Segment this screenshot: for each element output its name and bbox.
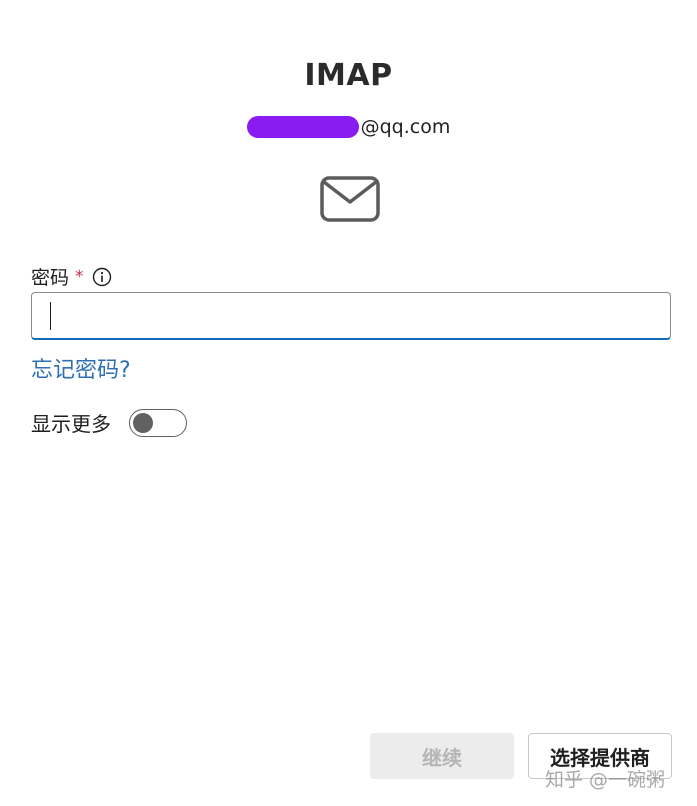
- forgot-password-link[interactable]: 忘记密码?: [31, 352, 131, 384]
- password-label-text: 密码: [31, 267, 70, 289]
- text-caret: [50, 302, 51, 330]
- mail-envelope-icon: [320, 176, 380, 222]
- watermark: 知乎 @一碗粥: [545, 769, 666, 791]
- show-more-row: 显示更多: [31, 408, 187, 437]
- toggle-knob: [133, 412, 153, 433]
- show-more-label: 显示更多: [31, 412, 111, 436]
- continue-button[interactable]: 继续: [370, 733, 514, 779]
- redacted-email-local-part: [246, 116, 359, 138]
- email-domain: @qq.com: [360, 116, 451, 138]
- password-input[interactable]: [31, 292, 671, 340]
- required-marker: *: [75, 266, 84, 287]
- show-more-toggle[interactable]: [129, 408, 187, 437]
- info-circle-icon[interactable]: [92, 267, 112, 287]
- account-email: @qq.com: [0, 116, 697, 138]
- password-label: 密码 *: [31, 263, 112, 290]
- page-title: IMAP: [304, 58, 393, 93]
